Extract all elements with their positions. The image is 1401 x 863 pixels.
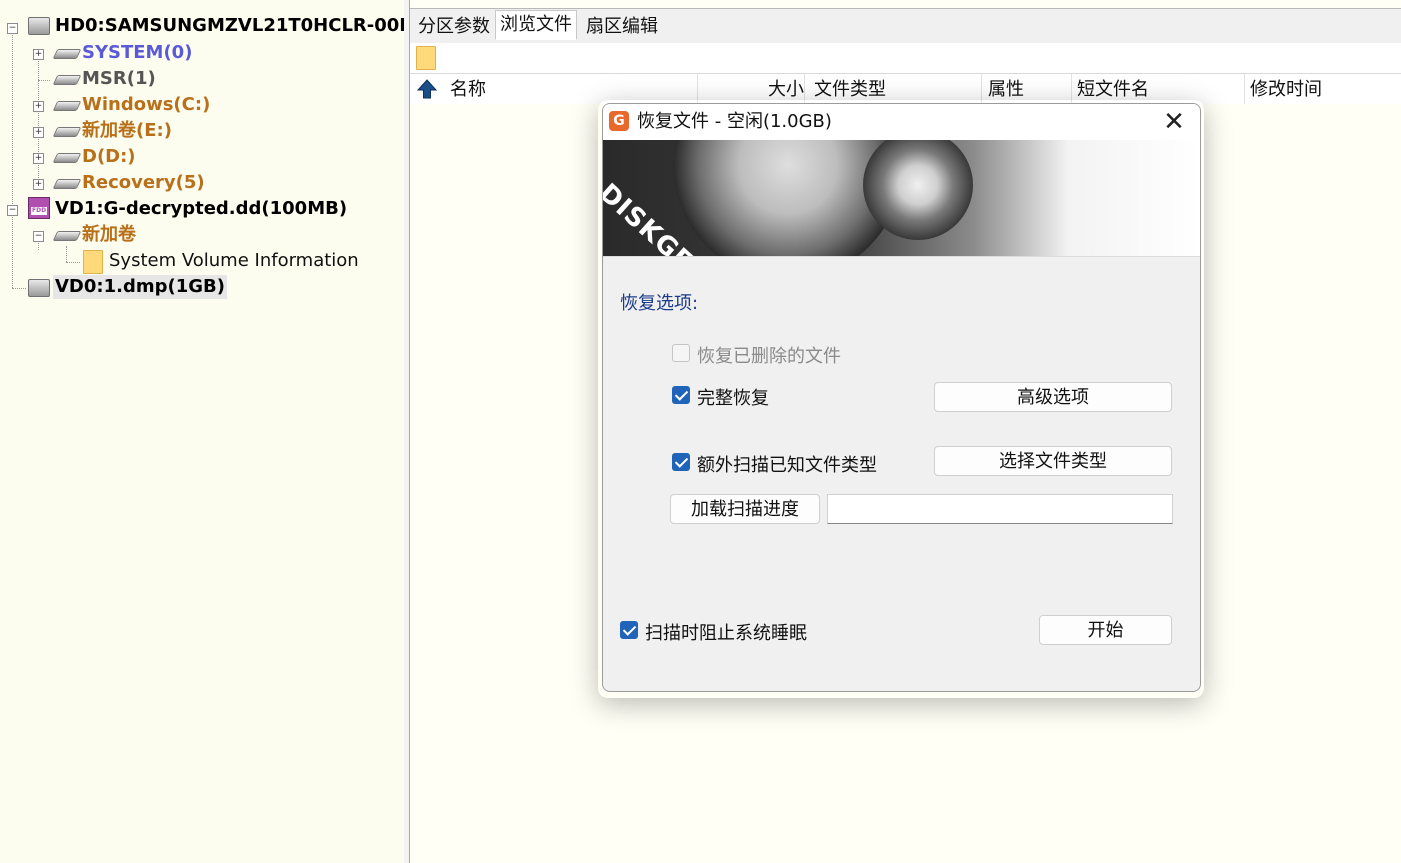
tree-connector — [38, 80, 50, 81]
partition-icon — [52, 75, 82, 85]
prevent-sleep-label: 扫描时阻止系统睡眠 — [645, 623, 807, 644]
prevent-sleep-checkbox[interactable] — [620, 621, 638, 639]
collapse-toggle[interactable]: − — [7, 205, 18, 216]
expand-toggle[interactable]: + — [33, 179, 44, 190]
floppy-disk-icon — [28, 197, 50, 219]
tree-connector — [66, 262, 80, 263]
folder-icon — [83, 250, 103, 274]
tab-sector-editor[interactable]: 扇区编辑 — [581, 12, 663, 42]
recover-deleted-checkbox[interactable] — [672, 344, 690, 362]
partition-icon — [52, 231, 82, 241]
advanced-options-button[interactable]: 高级选项 — [934, 382, 1172, 412]
tree-connector — [38, 58, 39, 184]
folder-icon — [416, 46, 436, 70]
extra-scan-label: 额外扫描已知文件类型 — [697, 455, 877, 476]
close-icon[interactable]: ✕ — [1162, 108, 1186, 136]
full-recovery-checkbox[interactable] — [672, 386, 690, 404]
dialog-titlebar[interactable]: G 恢复文件 - 空闲(1.0GB) ✕ — [603, 104, 1200, 140]
tree-connector — [12, 32, 13, 288]
column-modified-time[interactable]: 修改时间 — [1250, 74, 1400, 104]
partition-icon — [52, 179, 82, 189]
expand-toggle[interactable]: + — [33, 49, 44, 60]
partition-icon — [52, 49, 82, 59]
extra-scan-checkbox[interactable] — [672, 453, 690, 471]
disk-tree-panel: − HD0:SAMSUNGMZVL21T0HCLR-00B00 + SYSTEM… — [0, 0, 405, 863]
collapse-toggle[interactable]: − — [7, 23, 18, 34]
tab-browse-files[interactable]: 浏览文件 — [495, 10, 577, 40]
select-file-types-button[interactable]: 选择文件类型 — [934, 446, 1172, 476]
expand-toggle[interactable]: + — [33, 101, 44, 112]
tab-partition-params[interactable]: 分区参数 — [413, 12, 495, 42]
tree-node-vd0[interactable]: VD0:1.dmp(1GB) — [53, 275, 227, 299]
tab-bar: 分区参数 浏览文件 扇区编辑 — [410, 8, 1401, 44]
start-button[interactable]: 开始 — [1039, 615, 1172, 645]
recover-deleted-label: 恢复已删除的文件 — [697, 346, 841, 367]
up-arrow-icon[interactable] — [416, 78, 438, 100]
diskgenius-logo-icon: G — [609, 111, 629, 131]
expand-toggle[interactable]: + — [33, 127, 44, 138]
path-bar — [410, 43, 1401, 74]
dialog-title: 恢复文件 - 空闲(1.0GB) — [637, 111, 832, 132]
partition-icon — [52, 101, 82, 111]
section-label: 恢复选项: — [620, 293, 699, 314]
tree-connector — [12, 288, 26, 289]
collapse-toggle[interactable]: − — [33, 231, 44, 242]
partition-icon — [52, 127, 82, 137]
dialog-banner: DISKGENIUS — [603, 140, 1200, 257]
scan-progress-path-input[interactable] — [827, 494, 1173, 524]
hard-disk-icon — [28, 279, 50, 297]
partition-icon — [52, 153, 82, 163]
tree-connector — [66, 246, 67, 262]
load-scan-progress-button[interactable]: 加载扫描进度 — [670, 494, 820, 524]
full-recovery-label: 完整恢复 — [697, 388, 769, 409]
hard-disk-icon — [28, 17, 50, 35]
expand-toggle[interactable]: + — [33, 153, 44, 164]
recover-files-dialog: G 恢复文件 - 空闲(1.0GB) ✕ DISKGENIUS 恢复选项: 恢复… — [602, 103, 1201, 692]
hdd-spindle-graphic — [863, 140, 973, 240]
